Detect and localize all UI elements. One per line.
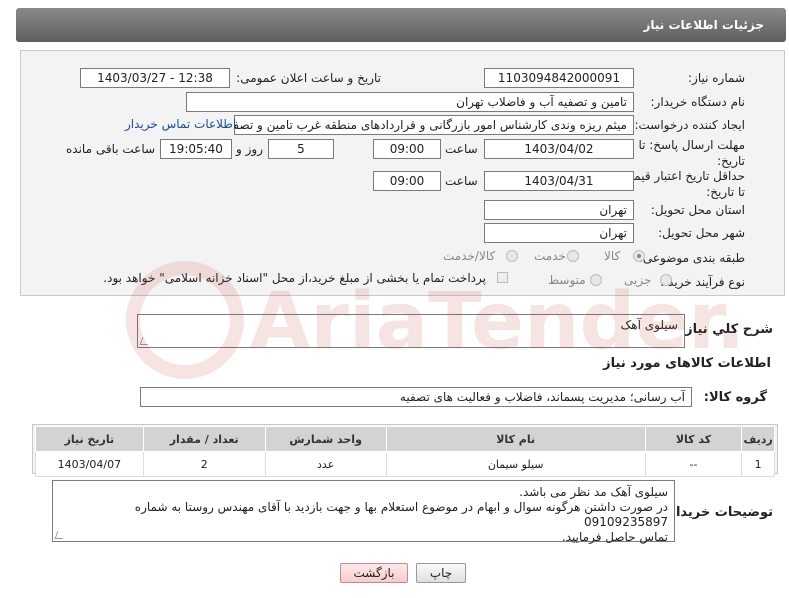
cell-date: 1403/04/07 — [35, 451, 144, 477]
goods-group-label: گروه کالا: — [703, 390, 767, 405]
reply-time-label: ساعت — [445, 142, 478, 156]
col-row: ردیف — [741, 426, 775, 452]
delivery-province-field: تهران — [484, 200, 634, 220]
buyer-notes-line: تماس حاصل فرمایید. — [561, 530, 668, 544]
reply-deadline-label: مهلت ارسال پاسخ: تا تاریخ: — [638, 138, 745, 168]
buyer-org-label: نام دستگاه خریدار: — [650, 95, 746, 109]
reply-date-field: 1403/04/02 — [484, 139, 634, 159]
col-code: کد کالا — [644, 426, 743, 452]
panel-header: جزئیات اطلاعات نیاز — [16, 8, 786, 42]
days-label: روز و — [236, 142, 263, 156]
goods-table-wrap: ردیف کد کالا نام کالا واحد شمارش تعداد /… — [32, 424, 778, 477]
table-row: 1 -- سیلو سیمان عدد 2 1403/04/07 — [35, 451, 775, 477]
col-name: نام کالا — [385, 426, 646, 452]
cell-unit: عدد — [264, 451, 387, 477]
buyer-org-field: تامین و تصفیه آب و فاضلاب تهران — [186, 92, 634, 112]
col-date: تاریخ نیاز — [35, 426, 144, 452]
price-validity-date-field: 1403/04/31 — [484, 171, 634, 191]
watermark-ring-icon — [126, 261, 244, 379]
col-qty: تعداد / مقدار — [142, 426, 266, 452]
buyer-contact-link[interactable]: اطلاعات تماس خریدار — [125, 117, 236, 131]
back-button[interactable]: بازگشت — [340, 563, 408, 583]
price-validity-time-label: ساعت — [445, 174, 478, 188]
buyer-notes-line: در صورت داشتن هرگونه سوال و ابهام در موض… — [134, 500, 668, 529]
goods-table: ردیف کد کالا نام کالا واحد شمارش تعداد /… — [35, 426, 775, 477]
delivery-city-label: شهر محل تحویل: — [658, 226, 745, 240]
watermark-text: AriaTender.neT — [250, 277, 740, 367]
requester-field: میثم ریزه وندی کارشناس امور بازرگانی و ق… — [234, 115, 634, 135]
cell-code: -- — [644, 451, 743, 477]
delivery-city-field: تهران — [484, 223, 634, 243]
buyer-notes-text: سیلوی آهک مد نظر می باشد. در صورت داشتن … — [58, 485, 668, 545]
page-title: جزئیات اطلاعات نیاز — [643, 18, 764, 32]
delivery-province-label: استان محل تحویل: — [650, 203, 745, 217]
buyer-notes-textarea: سیلوی آهک مد نظر می باشد. در صورت داشتن … — [52, 480, 675, 545]
buyer-notes-label: توضیحات خریدار: — [663, 505, 773, 520]
cell-row: 1 — [741, 451, 775, 477]
col-unit: واحد شمارش — [264, 426, 387, 452]
announce-datetime-label: تاریخ و ساعت اعلان عمومی: — [236, 71, 381, 85]
announce-datetime-field: 1403/03/27 - 12:38 — [80, 68, 230, 88]
reply-time-field: 09:00 — [373, 139, 441, 159]
watermark-logo: AriaTender.neT — [120, 250, 789, 390]
buyer-notes-line: سیلوی آهک مد نظر می باشد. — [519, 485, 668, 499]
requester-label: ایجاد کننده درخواست: — [634, 118, 745, 132]
remaining-time-field: 19:05:40 — [160, 139, 232, 159]
print-button[interactable]: چاپ — [416, 563, 466, 583]
remaining-time-label: ساعت باقی مانده — [66, 142, 156, 156]
cell-qty: 2 — [142, 451, 266, 477]
need-number-field: 1103094842000091 — [484, 68, 634, 88]
need-number-label: شماره نیاز: — [688, 71, 745, 85]
remaining-days-field: 5 — [268, 139, 334, 159]
price-validity-time-field: 09:00 — [373, 171, 441, 191]
price-validity-label: حداقل تاریخ اعتبار قیمت: تا تاریخ: — [618, 169, 745, 199]
cell-name: سیلو سیمان — [385, 451, 646, 477]
